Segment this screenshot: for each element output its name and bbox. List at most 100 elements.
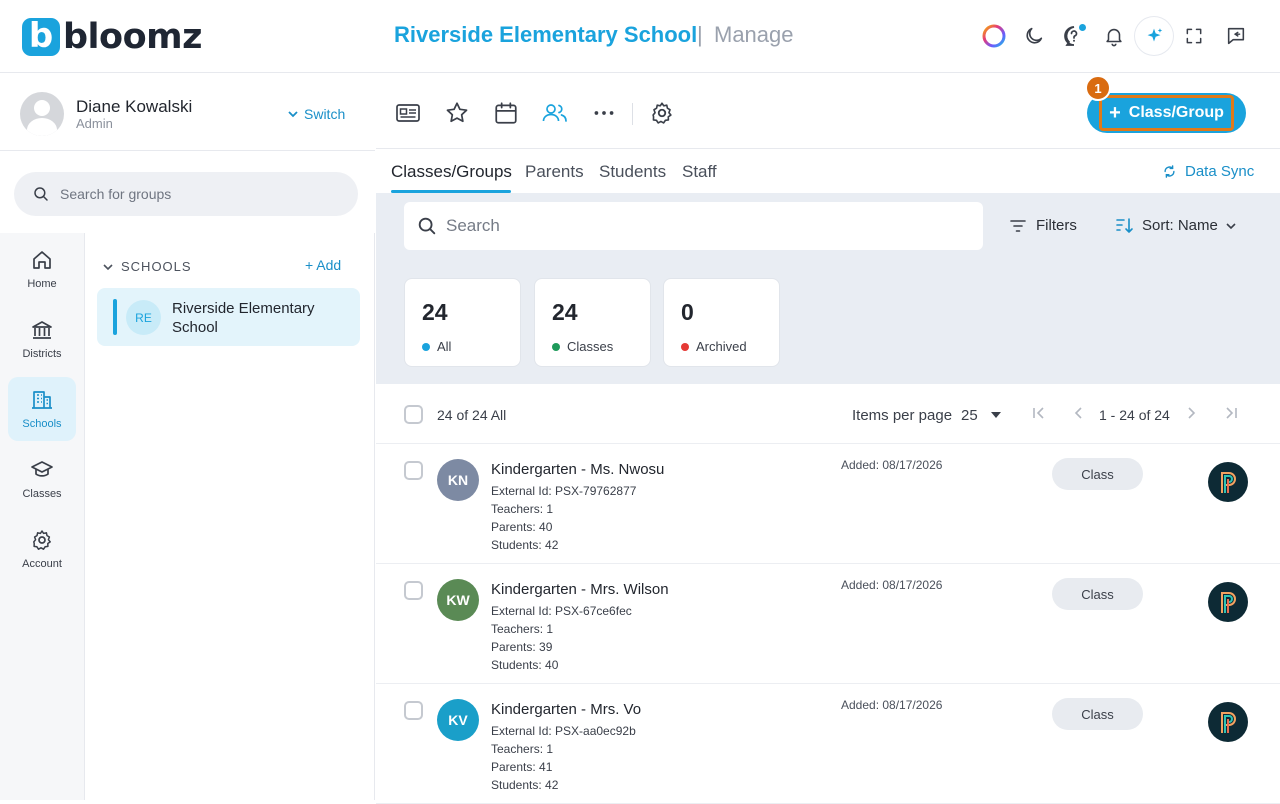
last-page-icon[interactable]	[1222, 404, 1240, 422]
row-checkbox[interactable]	[404, 461, 423, 480]
powerschool-logo-icon	[1208, 462, 1248, 502]
user-role: Admin	[76, 116, 113, 131]
group-name[interactable]: Kindergarten - Ms. Nwosu	[491, 461, 664, 478]
add-school-link[interactable]: + Add	[305, 257, 341, 273]
settings-gear-icon[interactable]	[647, 98, 677, 128]
row-checkbox[interactable]	[404, 581, 423, 600]
nav-schools[interactable]: Schools	[8, 377, 76, 441]
top-bar: b bloomz Riverside Elementary School | M…	[0, 0, 1280, 73]
bloomz-logo[interactable]: b bloomz	[22, 17, 202, 57]
search-icon	[418, 217, 436, 235]
tab-classes-groups[interactable]: Classes/Groups	[391, 162, 512, 182]
group-avatar: KV	[437, 699, 479, 741]
calendar-icon[interactable]	[491, 98, 521, 128]
avatar[interactable]	[20, 92, 64, 136]
nav-home-label: Home	[27, 278, 57, 290]
stat-classes-label: Classes	[567, 339, 614, 354]
stat-card-classes[interactable]: 24 Classes	[534, 278, 651, 367]
feedback-icon[interactable]	[1220, 20, 1252, 52]
students-count: Students: 40	[491, 658, 559, 672]
star-icon[interactable]	[442, 98, 472, 128]
nav-home[interactable]: Home	[8, 237, 76, 301]
nav-districts[interactable]: Districts	[8, 307, 76, 371]
parents-count: Parents: 41	[491, 760, 553, 774]
gear-icon	[33, 530, 51, 550]
external-id: External Id: PSX-aa0ec92b	[491, 724, 636, 738]
filters-button[interactable]: Filters	[1010, 217, 1077, 234]
sort-label: Sort: Name	[1142, 217, 1218, 234]
fullscreen-icon[interactable]	[1178, 20, 1210, 52]
items-per-page-label: Items per page	[852, 407, 953, 424]
bell-icon[interactable]	[1098, 20, 1130, 52]
stat-all-value: 24	[422, 299, 448, 325]
school-list-item[interactable]: RE Riverside Elementary School	[97, 288, 360, 346]
next-page-icon[interactable]	[1182, 404, 1200, 422]
items-per-page-select[interactable]: 25	[961, 407, 978, 424]
nav-classes-label: Classes	[22, 488, 62, 500]
page-range: 1 - 24 of 24	[1099, 407, 1170, 423]
table-row[interactable]: KN Kindergarten - Ms. Nwosu External Id:…	[376, 444, 1280, 564]
more-icon[interactable]	[589, 98, 619, 128]
group-search-input[interactable]: Search for groups	[14, 172, 358, 216]
stat-archived-label: Archived	[696, 339, 747, 354]
students-count: Students: 42	[491, 778, 559, 792]
stat-all-label: All	[437, 339, 452, 354]
user-name: Diane Kowalski	[76, 97, 193, 116]
group-avatar: KN	[437, 459, 479, 501]
nav-account[interactable]: Account	[8, 517, 76, 581]
chevron-down-icon	[103, 263, 113, 270]
group-avatar: KW	[437, 579, 479, 621]
logo-text: bloomz	[63, 17, 202, 57]
add-class-group-button[interactable]: + Class/Group	[1087, 93, 1246, 133]
type-pill[interactable]: Class	[1052, 578, 1143, 610]
switch-label: Switch	[304, 106, 346, 122]
table-row[interactable]: KV Kindergarten - Mrs. Vo External Id: P…	[376, 684, 1280, 804]
teachers-count: Teachers: 1	[491, 742, 554, 756]
color-wheel-icon[interactable]	[978, 20, 1010, 52]
step-number-badge: 1	[1085, 75, 1111, 101]
sort-button[interactable]: Sort: Name	[1116, 217, 1236, 234]
title-separator: |	[697, 22, 703, 47]
search-input[interactable]: Search	[404, 202, 983, 250]
chevron-down-icon	[288, 111, 298, 118]
toolbar: + Class/Group 1	[376, 73, 1280, 149]
ai-sparkle-icon[interactable]	[1135, 17, 1173, 55]
dark-mode-icon[interactable]	[1018, 20, 1050, 52]
added-date: Added: 08/17/2026	[841, 578, 943, 592]
schools-section-toggle[interactable]: SCHOOLS	[103, 259, 192, 274]
people-icon[interactable]	[540, 98, 570, 128]
school-initials-badge: RE	[126, 300, 161, 335]
toolbar-divider	[632, 103, 633, 125]
tab-staff[interactable]: Staff	[682, 162, 717, 182]
group-name[interactable]: Kindergarten - Mrs. Wilson	[491, 581, 669, 598]
section-title: Manage	[714, 22, 794, 47]
tab-students[interactable]: Students	[599, 162, 666, 182]
schools-panel: SCHOOLS + Add RE Riverside Elementary Sc…	[85, 233, 375, 800]
help-icon[interactable]	[1058, 20, 1090, 52]
tab-parents[interactable]: Parents	[525, 162, 584, 182]
nav-districts-label: Districts	[22, 348, 62, 360]
stat-card-all[interactable]: 24 All	[404, 278, 521, 367]
first-page-icon[interactable]	[1030, 404, 1048, 422]
external-id: External Id: PSX-79762877	[491, 484, 637, 498]
prev-page-icon[interactable]	[1070, 404, 1088, 422]
stat-card-archived[interactable]: 0 Archived	[663, 278, 780, 367]
teachers-count: Teachers: 1	[491, 622, 554, 636]
filter-area: Search Filters Sort: Name 24 All 24 Clas…	[376, 193, 1280, 384]
nav-classes[interactable]: Classes	[8, 447, 76, 511]
switch-button[interactable]: Switch	[288, 106, 345, 122]
students-count: Students: 42	[491, 538, 559, 552]
sort-icon	[1116, 217, 1133, 233]
table-row[interactable]: KW Kindergarten - Mrs. Wilson External I…	[376, 564, 1280, 684]
group-name[interactable]: Kindergarten - Mrs. Vo	[491, 701, 641, 718]
select-all-checkbox[interactable]	[404, 405, 423, 424]
data-sync-button[interactable]: Data Sync	[1162, 163, 1254, 180]
type-pill[interactable]: Class	[1052, 698, 1143, 730]
type-pill[interactable]: Class	[1052, 458, 1143, 490]
nav-schools-label: Schools	[22, 418, 62, 430]
caret-down-icon[interactable]	[991, 412, 1001, 418]
district-icon	[32, 321, 52, 339]
id-card-icon[interactable]	[393, 98, 423, 128]
row-checkbox[interactable]	[404, 701, 423, 720]
powerschool-logo-icon	[1208, 702, 1248, 742]
